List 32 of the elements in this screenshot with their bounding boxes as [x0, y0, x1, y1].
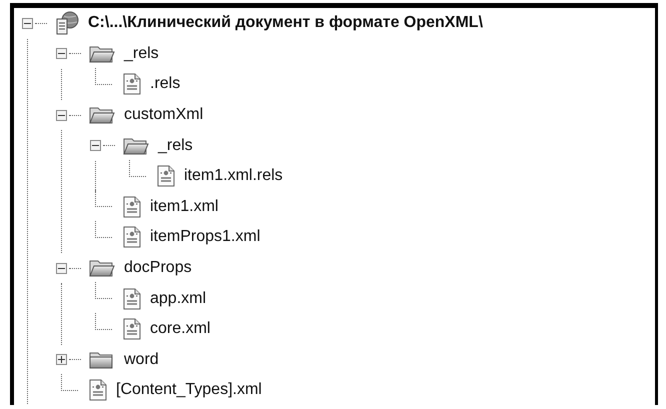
- xml-file-icon: [123, 196, 141, 218]
- open-folder-icon: [89, 258, 115, 278]
- collapse-toggle[interactable]: [56, 48, 67, 60]
- collapse-toggle[interactable]: [90, 140, 101, 152]
- tree-item-label[interactable]: docProps: [124, 259, 192, 278]
- tree-item-label[interactable]: itemProps1.xml: [150, 228, 260, 246]
- tree-item-label[interactable]: .rels: [150, 75, 180, 94]
- xml-file-icon: [123, 226, 141, 248]
- xml-file-icon: [89, 379, 107, 402]
- tree-item-label[interactable]: item1.xml: [150, 198, 218, 216]
- collapse-toggle[interactable]: [56, 110, 67, 121]
- tree-item-label[interactable]: C:\...\Клинический документ в формате OpenXML\: [88, 14, 483, 32]
- folder-icon: [89, 350, 115, 370]
- tree-item-label[interactable]: word: [124, 350, 159, 369]
- expand-toggle[interactable]: [56, 354, 67, 366]
- xml-file-icon: [157, 165, 175, 188]
- project-icon: [55, 11, 79, 36]
- tree-item-label[interactable]: app.xml: [150, 290, 206, 308]
- tree-item-label[interactable]: item1.xml.rels: [184, 167, 283, 186]
- tree-item-label[interactable]: customXml: [124, 106, 204, 124]
- tree-item-label[interactable]: _rels: [124, 44, 159, 63]
- tree-item-label[interactable]: core.xml: [150, 320, 210, 338]
- xml-file-icon: [123, 73, 141, 96]
- collapse-toggle[interactable]: [22, 18, 33, 29]
- xml-file-icon: [123, 318, 141, 340]
- tree-item-label[interactable]: _rels: [158, 136, 193, 155]
- xml-file-icon: [123, 288, 141, 310]
- open-folder-icon: [89, 44, 115, 64]
- tree-item-label[interactable]: [Content_Types].xml: [116, 381, 262, 400]
- collapse-toggle[interactable]: [56, 262, 67, 274]
- open-folder-icon: [89, 105, 115, 126]
- open-folder-icon: [123, 136, 149, 156]
